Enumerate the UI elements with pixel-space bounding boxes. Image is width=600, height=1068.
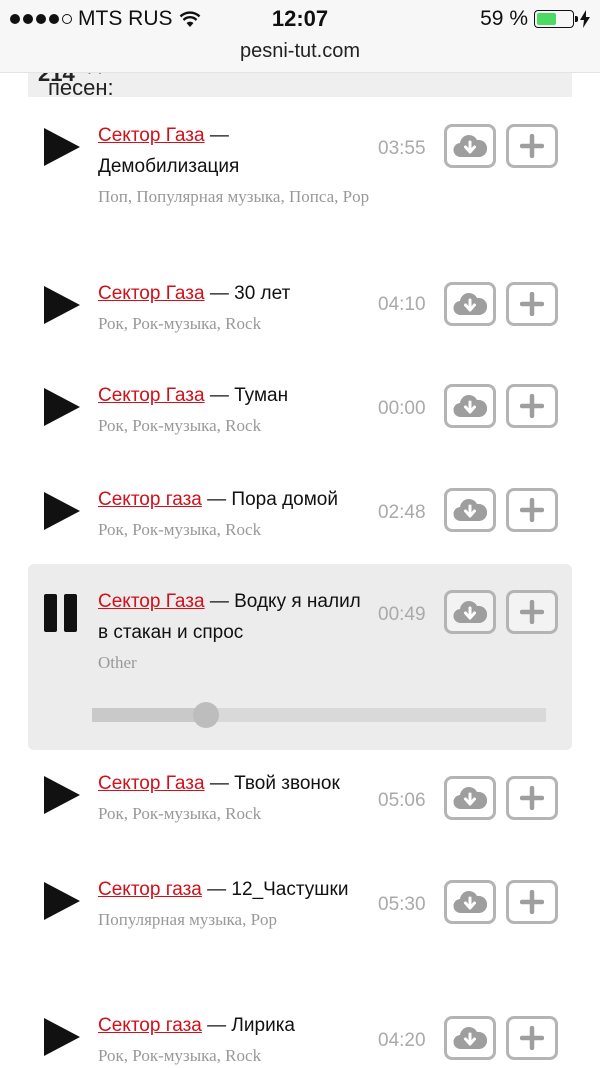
- cloud-download-icon: [453, 891, 487, 914]
- play-icon[interactable]: [44, 1018, 80, 1056]
- add-to-playlist-button[interactable]: [506, 124, 558, 168]
- add-to-playlist-button[interactable]: [506, 488, 558, 532]
- plus-icon: [520, 890, 544, 914]
- results-label: Найдено песен:: [48, 73, 138, 97]
- download-button[interactable]: [444, 384, 496, 428]
- song-info: Сектор Газа — 30 лет Рок, Рок-музыка, Ro…: [98, 278, 370, 336]
- song-info: Сектор газа — Лирика Рок, Рок-музыка, Ro…: [98, 1010, 370, 1068]
- download-button[interactable]: [444, 282, 496, 326]
- play-icon[interactable]: [44, 388, 80, 426]
- song-row[interactable]: Сектор Газа — 30 лет Рок, Рок-музыка, Ro…: [28, 270, 572, 360]
- song-row[interactable]: Сектор газа — 12_Частушки Популярная муз…: [28, 866, 572, 976]
- song-genres: Рок, Рок-музыка, Rock: [98, 1046, 262, 1065]
- artist-link[interactable]: Сектор Газа: [98, 125, 205, 146]
- song-info: Сектор Газа — Твой звонок Рок, Рок-музык…: [98, 768, 370, 826]
- download-button[interactable]: [444, 880, 496, 924]
- charging-icon: [580, 10, 590, 28]
- progress-knob[interactable]: [192, 702, 219, 728]
- battery-percent: 59 %: [480, 7, 528, 30]
- status-bar: MTS RUS 12:07 59 %: [0, 0, 600, 38]
- song-duration: 00:49: [378, 604, 426, 625]
- cloud-download-icon: [453, 499, 487, 522]
- cloud-download-icon: [453, 293, 487, 316]
- add-to-playlist-button[interactable]: [506, 776, 558, 820]
- add-to-playlist-button[interactable]: [506, 1016, 558, 1060]
- song-duration: 05:30: [378, 894, 426, 915]
- song-title: — 12_Частушки: [207, 879, 349, 900]
- add-to-playlist-button[interactable]: [506, 282, 558, 326]
- song-genres: Рок, Рок-музыка, Rock: [98, 416, 262, 435]
- play-icon[interactable]: [44, 286, 80, 324]
- song-genres: Рок, Рок-музыка, Rock: [98, 520, 262, 539]
- song-genres: Популярная музыка, Pop: [98, 910, 278, 929]
- plus-icon: [520, 498, 544, 522]
- artist-link[interactable]: Сектор Газа: [98, 773, 205, 794]
- plus-icon: [520, 394, 544, 418]
- song-info: Сектор газа — Пора домой Рок, Рок-музыка…: [98, 484, 370, 542]
- progress-fill: [92, 708, 206, 722]
- play-icon[interactable]: [44, 776, 80, 814]
- download-button[interactable]: [444, 1016, 496, 1060]
- play-icon[interactable]: [44, 128, 80, 166]
- artist-link[interactable]: Сектор Газа: [98, 385, 205, 406]
- song-row[interactable]: Сектор Газа — Твой звонок Рок, Рок-музык…: [28, 760, 572, 850]
- song-genres: Рок, Рок-музыка, Rock: [98, 804, 262, 823]
- add-to-playlist-button[interactable]: [506, 880, 558, 924]
- song-info: Сектор Газа — Демобилизация Поп, Популяр…: [98, 120, 370, 209]
- download-button[interactable]: [444, 776, 496, 820]
- cloud-download-icon: [453, 601, 487, 624]
- url-bar[interactable]: pesni-tut.com: [0, 38, 600, 73]
- artist-link[interactable]: Сектор Газа: [98, 591, 205, 612]
- plus-icon: [520, 600, 544, 624]
- artist-link[interactable]: Сектор Газа: [98, 283, 205, 304]
- song-row[interactable]: Сектор газа — Лирика Рок, Рок-музыка, Ro…: [28, 1006, 572, 1066]
- song-genres: Other: [98, 653, 137, 672]
- song-duration: 03:55: [378, 138, 426, 159]
- artist-link[interactable]: Сектор газа: [98, 1015, 202, 1036]
- play-icon[interactable]: [44, 882, 80, 920]
- song-info: Сектор Газа — Водку я налил в стакан и с…: [98, 586, 370, 675]
- song-title: — Твой звонок: [209, 773, 340, 794]
- song-info: Сектор Газа — Туман Рок, Рок-музыка, Roc…: [98, 380, 370, 438]
- download-button[interactable]: [444, 124, 496, 168]
- song-title: — 30 лет: [209, 283, 291, 304]
- plus-icon: [520, 786, 544, 810]
- song-duration: 02:48: [378, 502, 426, 523]
- progress-slider[interactable]: [92, 702, 546, 728]
- plus-icon: [520, 292, 544, 316]
- battery-icon: [534, 10, 578, 28]
- song-duration: 00:00: [378, 398, 426, 419]
- play-icon[interactable]: [44, 492, 80, 530]
- plus-icon: [520, 1026, 544, 1050]
- add-to-playlist-button[interactable]: [506, 590, 558, 634]
- song-row[interactable]: Сектор Газа — Туман Рок, Рок-музыка, Roc…: [28, 372, 572, 462]
- song-row[interactable]: Сектор Газа — Водку я налил в стакан и с…: [28, 564, 572, 750]
- pause-icon[interactable]: [44, 594, 80, 632]
- battery-group: 59 %: [480, 7, 590, 31]
- song-info: Сектор газа — 12_Частушки Популярная муз…: [98, 874, 370, 932]
- url-text: pesni-tut.com: [239, 40, 361, 62]
- artist-link[interactable]: Сектор газа: [98, 489, 202, 510]
- song-row[interactable]: Сектор газа — Пора домой Рок, Рок-музыка…: [28, 476, 572, 566]
- song-title: — Лирика: [207, 1015, 295, 1036]
- download-button[interactable]: [444, 488, 496, 532]
- cloud-download-icon: [453, 395, 487, 418]
- add-to-playlist-button[interactable]: [506, 384, 558, 428]
- song-title: — Туман: [209, 385, 289, 406]
- artist-link[interactable]: Сектор газа: [98, 879, 202, 900]
- cloud-download-icon: [453, 135, 487, 158]
- cloud-download-icon: [453, 787, 487, 810]
- cloud-download-icon: [453, 1027, 487, 1050]
- song-title: — Пора домой: [207, 489, 338, 510]
- results-count-banner: Найдено песен: 214: [28, 73, 572, 97]
- plus-icon: [520, 134, 544, 158]
- song-duration: 05:06: [378, 790, 426, 811]
- download-button[interactable]: [444, 590, 496, 634]
- song-row[interactable]: Сектор Газа — Демобилизация Поп, Популяр…: [28, 112, 572, 262]
- song-genres: Поп, Популярная музыка, Попса, Pop: [98, 187, 370, 206]
- song-duration: 04:20: [378, 1030, 426, 1051]
- song-duration: 04:10: [378, 294, 426, 315]
- song-genres: Рок, Рок-музыка, Rock: [98, 314, 262, 333]
